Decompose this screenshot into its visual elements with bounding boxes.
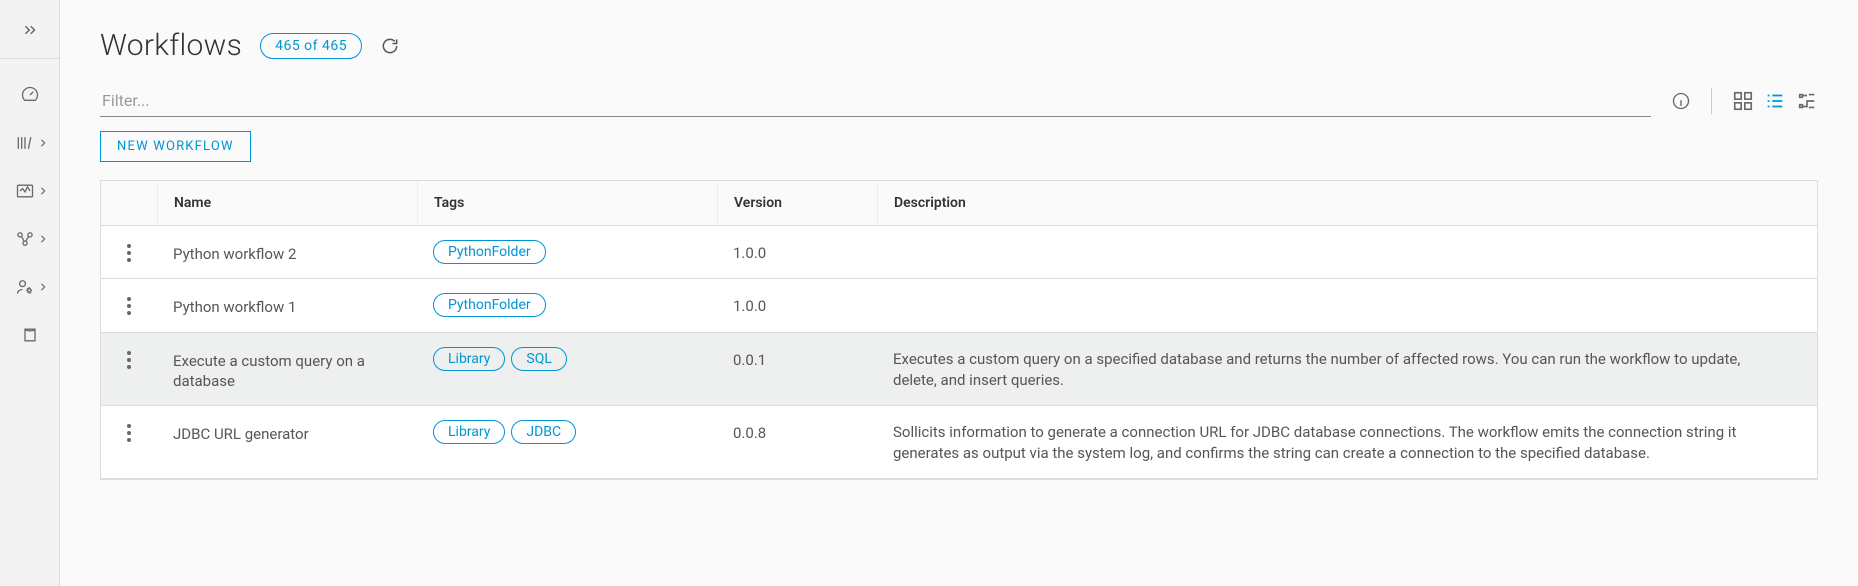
- gauge-icon: [18, 83, 42, 107]
- tag[interactable]: JDBC: [511, 420, 576, 444]
- tag[interactable]: PythonFolder: [433, 240, 546, 264]
- cell-version: 0.0.1: [717, 333, 877, 383]
- activity-icon: [13, 179, 37, 203]
- tree-view-button[interactable]: [1796, 90, 1818, 112]
- sidebar-item-dashboard[interactable]: [18, 83, 42, 107]
- cell-description: Executes a custom query on a specified d…: [877, 333, 1817, 405]
- cell-name: Execute a custom query on a database: [157, 333, 417, 406]
- sidebar: [0, 0, 60, 586]
- tag[interactable]: Library: [433, 347, 505, 371]
- kebab-icon[interactable]: [127, 244, 131, 262]
- cell-description: Sollicits information to generate a conn…: [877, 406, 1817, 478]
- row-actions: [101, 226, 157, 276]
- cylinder-icon: [18, 323, 42, 347]
- cell-version: 1.0.0: [717, 226, 877, 276]
- row-actions: [101, 279, 157, 329]
- cell-description: [877, 279, 1817, 309]
- info-icon[interactable]: [1671, 91, 1691, 111]
- kebab-icon[interactable]: [127, 351, 131, 369]
- cell-tags: LibraryJDBC: [417, 406, 717, 458]
- count-badge: 465 of 465: [260, 33, 362, 59]
- tag[interactable]: Library: [433, 420, 505, 444]
- page-header: Workflows 465 of 465: [100, 28, 1818, 63]
- col-version-header[interactable]: Version: [717, 181, 877, 225]
- new-workflow-button[interactable]: NEW WORKFLOW: [100, 131, 251, 162]
- col-description-header[interactable]: Description: [877, 181, 1817, 225]
- sidebar-item-inventory[interactable]: [13, 227, 47, 251]
- sidebar-expand[interactable]: [0, 18, 59, 59]
- filter-input[interactable]: [100, 85, 1651, 117]
- user-gear-icon: [13, 275, 37, 299]
- refresh-button[interactable]: [380, 36, 400, 56]
- table-row[interactable]: Python workflow 2 PythonFolder 1.0.0: [101, 226, 1817, 279]
- filter-row: [100, 85, 1818, 117]
- cell-version: 1.0.0: [717, 279, 877, 329]
- col-tags-header[interactable]: Tags: [417, 181, 717, 225]
- chevron-right-icon: [39, 235, 47, 243]
- page-title: Workflows: [100, 28, 242, 63]
- table-row[interactable]: JDBC URL generatorLibraryJDBC0.0.8Sollic…: [101, 406, 1817, 479]
- main-content: Workflows 465 of 465 NEW WORKFLOW Name: [60, 0, 1858, 586]
- kebab-icon[interactable]: [127, 424, 131, 442]
- cell-description: [877, 226, 1817, 256]
- view-toggle: [1732, 90, 1818, 112]
- workflows-table: Name Tags Version Description Python wor…: [100, 180, 1818, 480]
- cell-version: 0.0.8: [717, 406, 877, 456]
- tag[interactable]: PythonFolder: [433, 293, 546, 317]
- row-actions: [101, 406, 157, 456]
- row-actions: [101, 333, 157, 383]
- sidebar-item-admin[interactable]: [13, 275, 47, 299]
- kebab-icon[interactable]: [127, 297, 131, 315]
- grid-view-button[interactable]: [1732, 90, 1754, 112]
- col-actions-header: [101, 181, 157, 225]
- library-icon: [13, 131, 37, 155]
- cell-name: Python workflow 2: [157, 226, 417, 278]
- expand-icon: [18, 18, 42, 42]
- sidebar-item-activity[interactable]: [13, 179, 47, 203]
- chevron-right-icon: [39, 187, 47, 195]
- sidebar-item-library[interactable]: [13, 131, 47, 155]
- col-name-header[interactable]: Name: [157, 181, 417, 225]
- cell-tags: PythonFolder: [417, 226, 717, 278]
- table-row[interactable]: Execute a custom query on a databaseLibr…: [101, 333, 1817, 407]
- tag[interactable]: SQL: [511, 347, 566, 371]
- chevron-right-icon: [39, 283, 47, 291]
- chevron-right-icon: [39, 139, 47, 147]
- table-header: Name Tags Version Description: [101, 181, 1817, 226]
- cell-tags: PythonFolder: [417, 279, 717, 331]
- cell-name: JDBC URL generator: [157, 406, 417, 458]
- nodes-icon: [13, 227, 37, 251]
- cell-name: Python workflow 1: [157, 279, 417, 331]
- sidebar-item-assets[interactable]: [18, 323, 42, 347]
- divider: [1711, 88, 1712, 114]
- table-row[interactable]: Python workflow 1 PythonFolder 1.0.0: [101, 279, 1817, 332]
- cell-tags: LibrarySQL: [417, 333, 717, 385]
- table-body: Python workflow 2PythonFolder1.0.0Python…: [101, 226, 1817, 479]
- list-view-button[interactable]: [1764, 90, 1786, 112]
